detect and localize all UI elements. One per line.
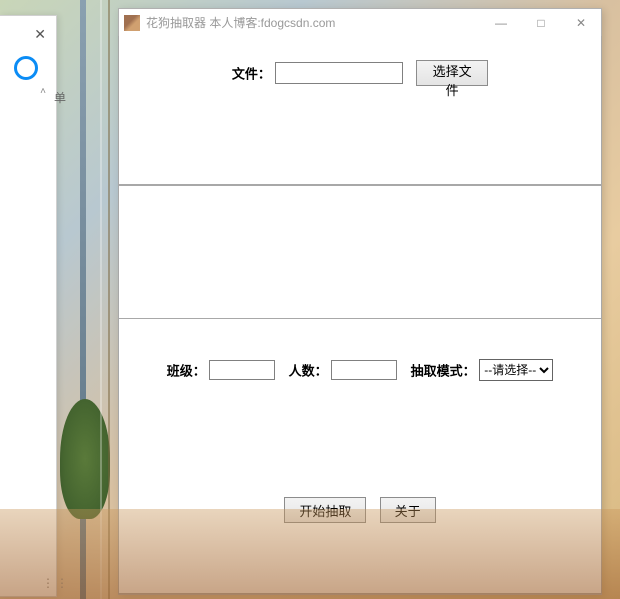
desktop: ✕ ˄ 单 ⋮⋮ 花狗抽取器 本人博客:fdogcsdn.com — □ ✕ 文… (0, 0, 620, 599)
side-widget: ✕ ˄ 单 ⋮⋮ (0, 15, 57, 597)
app-window: 花狗抽取器 本人博客:fdogcsdn.com — □ ✕ 文件： 选择文件 (118, 8, 602, 595)
bg-art (108, 0, 110, 599)
count-input[interactable] (331, 360, 397, 380)
drag-handle-icon[interactable]: ⋮⋮ (42, 576, 70, 590)
choose-file-button[interactable]: 选择文件 (416, 60, 488, 86)
file-panel: 文件： 选择文件 (118, 36, 602, 185)
mode-label: 抽取模式： (411, 364, 476, 379)
mode-select[interactable]: --请选择-- (479, 359, 553, 381)
maximize-button[interactable]: □ (521, 9, 561, 37)
class-label: 班级： (167, 364, 206, 379)
about-button[interactable]: 关于 (380, 497, 436, 523)
control-panel: 班级： 人数： 抽取模式： --请选择-- 开始抽取 关于 (118, 318, 602, 594)
bg-art (60, 399, 110, 519)
count-label: 人数： (289, 364, 328, 379)
close-icon[interactable]: ✕ (34, 26, 46, 43)
minimize-button[interactable]: — (481, 9, 521, 37)
close-button[interactable]: ✕ (561, 9, 601, 37)
file-label: 文件： (232, 67, 271, 82)
chevron-up-icon[interactable]: ˄ (40, 86, 46, 97)
file-input[interactable] (275, 62, 403, 84)
start-button[interactable]: 开始抽取 (284, 497, 366, 523)
app-icon (124, 15, 140, 31)
class-input[interactable] (209, 360, 275, 380)
bg-art (100, 0, 102, 599)
display-panel (118, 185, 602, 319)
widget-text: 单 (54, 89, 66, 106)
window-client: 文件： 选择文件 班级： 人数： 抽取模式： -- (119, 37, 601, 594)
display-area (121, 188, 599, 316)
circle-icon (14, 56, 38, 80)
window-title: 花狗抽取器 本人博客:fdogcsdn.com (146, 9, 481, 37)
title-bar[interactable]: 花狗抽取器 本人博客:fdogcsdn.com — □ ✕ (119, 9, 601, 37)
